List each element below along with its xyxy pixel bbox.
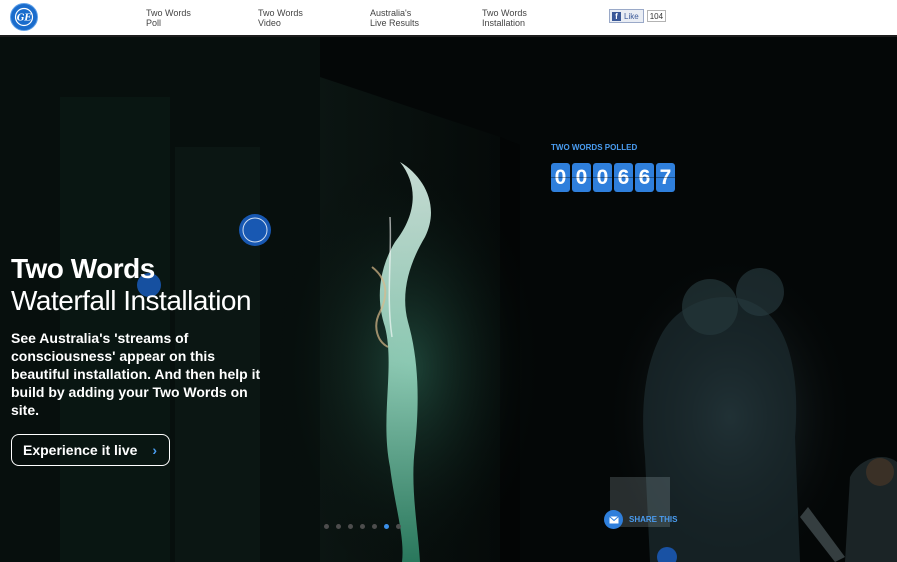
carousel-dot[interactable] [348,524,353,529]
carousel-pagination [324,524,408,529]
nav-label-line1: Australia's [370,8,412,18]
facebook-like-button[interactable]: f Like [609,9,644,23]
hero-title-light: Waterfall Installation [11,285,252,316]
nav-label-line1: Two Words [482,8,527,18]
share-this-button[interactable]: SHARE THIS [604,510,677,529]
hero-title-bold: Two Words [11,253,155,284]
nav-label-line1: Two Words [258,8,303,18]
nav-label-line2: Video [258,18,281,28]
carousel-dot[interactable] [396,524,401,529]
nav-two-words-installation[interactable]: Two Words Installation [482,8,527,28]
nav-label-line2: Installation [482,18,526,28]
poll-counter-label: TWO WORDS POLLED [551,143,638,152]
poll-counter: 0 0 0 6 6 7 [551,163,677,192]
hero-banner: Two Words Waterfall Installation See Aus… [0,37,897,562]
nav-label-line1: Two Words [146,8,191,18]
nav-australias-live-results[interactable]: Australia's Live Results [370,8,419,28]
counter-digit: 6 [635,163,654,192]
counter-digit: 0 [551,163,570,192]
carousel-dot[interactable] [360,524,365,529]
counter-digit: 7 [656,163,675,192]
carousel-dot[interactable] [372,524,377,529]
facebook-like-widget: f Like 104 [609,9,667,23]
experience-it-live-button[interactable]: Experience it live › [11,434,170,466]
carousel-dot[interactable] [336,524,341,529]
ge-logo-icon[interactable]: GE [10,3,38,31]
facebook-like-label: Like [624,11,639,21]
nav-two-words-poll[interactable]: Two Words Poll [146,8,191,28]
carousel-dot[interactable] [384,524,389,529]
share-this-label: SHARE THIS [629,515,678,524]
svg-text:GE: GE [17,14,32,24]
top-navigation-bar: GE Two Words Poll Two Words Video Austra… [0,0,897,37]
chevron-right-icon: › [152,442,157,458]
nav-two-words-video[interactable]: Two Words Video [258,8,303,28]
cta-label: Experience it live [23,442,138,458]
nav-label-line2: Poll [146,18,162,28]
nav-label-line2: Live Results [370,18,420,28]
counter-digit: 0 [572,163,591,192]
facebook-icon: f [612,11,621,21]
carousel-dot[interactable] [324,524,329,529]
counter-digit: 6 [614,163,633,192]
counter-digit: 0 [593,163,612,192]
facebook-like-count: 104 [646,10,667,22]
envelope-icon [604,510,623,529]
hero-description: See Australia's 'streams of consciousnes… [11,330,261,418]
